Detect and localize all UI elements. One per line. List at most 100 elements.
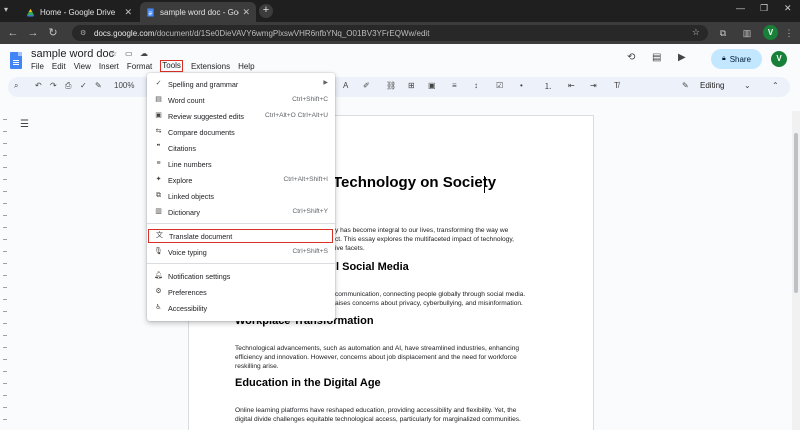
chevron-down-icon[interactable]: ⌄ <box>744 81 751 90</box>
paint-format-icon[interactable]: ✎ <box>95 81 102 90</box>
url-path: /document/d/1Se0DieVAVY6wmgPlxswVHR6nfbY… <box>154 28 430 38</box>
workplace-paragraph: Technological advancements, such as auto… <box>235 344 546 371</box>
print-icon[interactable]: ⎙ <box>65 81 71 91</box>
new-tab-button[interactable]: + <box>259 4 273 18</box>
zoom-select[interactable]: 100% <box>114 81 134 90</box>
link-icon[interactable]: ⛓ <box>386 81 396 90</box>
edit-mode-icon[interactable]: ✎ <box>682 81 689 90</box>
meet-icon[interactable]: ▶ <box>678 52 686 63</box>
menu-item-label: Line numbers <box>168 160 212 169</box>
minimize-icon[interactable]: — <box>736 3 745 13</box>
extensions-icon[interactable]: ⧉ <box>716 26 730 40</box>
menu-item-dictionary[interactable]: ▥ Dictionary Ctrl+Shift+Y <box>147 205 335 219</box>
tab-google-drive[interactable]: Home - Google Drive ✕ <box>20 2 138 22</box>
menu-item-compare-documents[interactable]: ⇆ Compare documents <box>147 125 335 139</box>
menu-item-voice-typing[interactable]: 🎙︎ Voice typing Ctrl+Shift+S <box>147 245 335 259</box>
menu-item-shortcut: Ctrl+Shift+S <box>292 248 328 255</box>
document-outline-icon[interactable]: ☰ <box>20 119 29 130</box>
menu-file[interactable]: File <box>31 62 44 74</box>
bulleted-list-icon[interactable]: • <box>520 81 523 90</box>
maximize-icon[interactable]: ❐ <box>760 3 768 14</box>
menu-insert[interactable]: Insert <box>99 62 119 74</box>
scrollbar-thumb[interactable] <box>794 133 798 293</box>
menu-item-shortcut: Ctrl+Shift+Y <box>292 208 328 215</box>
image-icon[interactable]: ▣ <box>428 81 436 90</box>
menu-item-label: Citations <box>168 144 196 153</box>
decrease-indent-icon[interactable]: ⇤ <box>568 81 575 90</box>
menu-item-label: Spelling and grammar <box>168 80 239 89</box>
star-icon[interactable]: ☆ <box>110 49 117 58</box>
docs-header: sample word doc ☆ ▭ ☁ File Edit View Ins… <box>0 44 800 76</box>
align-icon[interactable]: ≡ <box>452 81 457 90</box>
spellcheck-icon[interactable]: ✓ <box>80 81 87 90</box>
collapse-menu-icon[interactable]: ⌃ <box>772 81 779 90</box>
clear-formatting-icon[interactable]: T̸ <box>614 81 619 90</box>
menu-item-label: Compare documents <box>168 128 235 137</box>
menu-item-accessibility[interactable]: ♿︎ Accessibility <box>147 301 335 315</box>
move-folder-icon[interactable]: ▭ <box>125 49 133 58</box>
menu-view[interactable]: View <box>74 62 91 74</box>
side-panel-icon[interactable]: ▥ <box>740 26 754 40</box>
workplace-line: efficiency and innovation. However, conc… <box>235 354 517 361</box>
line-numbers-icon: ≡ <box>156 160 161 167</box>
share-button[interactable]: 🔒︎ Share <box>711 49 762 69</box>
menu-item-word-count[interactable]: ▤ Word count Ctrl+Shift+C <box>147 93 335 107</box>
menu-tools[interactable]: Tools <box>160 60 183 72</box>
docs-home-icon[interactable] <box>10 52 22 69</box>
lock-icon: 🔒︎ <box>721 55 726 62</box>
menu-item-translate-document[interactable]: 文 Translate document <box>148 229 333 243</box>
menu-item-label: Review suggested edits <box>168 112 244 121</box>
line-spacing-icon[interactable]: ↕ <box>474 81 478 90</box>
highlight-icon[interactable]: ✐ <box>363 81 370 90</box>
forward-icon[interactable]: → <box>26 26 40 40</box>
text-color-icon[interactable]: A <box>343 81 348 90</box>
menu-item-preferences[interactable]: ⚙ Preferences <box>147 285 335 299</box>
undo-icon[interactable]: ↶ <box>35 81 42 90</box>
menu-edit[interactable]: Edit <box>52 62 66 74</box>
menu-item-line-numbers[interactable]: ≡ Line numbers <box>147 157 335 171</box>
menu-item-explore[interactable]: ✦ Explore Ctrl+Alt+Shift+I <box>147 173 335 187</box>
back-icon[interactable]: ← <box>6 26 20 40</box>
explore-icon: ✦ <box>155 176 162 183</box>
checklist-icon[interactable]: ☑ <box>496 81 503 90</box>
chrome-menu-icon[interactable]: ⋮ <box>782 26 796 40</box>
google-drive-icon <box>26 8 35 17</box>
account-avatar[interactable]: V <box>771 51 787 67</box>
numbered-list-icon[interactable]: ⒈ <box>544 81 552 92</box>
browser-toolbar: ← → ↻ ⚙ docs.google.com /document/d/1Se0… <box>0 22 800 44</box>
vertical-scrollbar[interactable] <box>792 111 800 430</box>
menu-item-label: Voice typing <box>168 248 207 257</box>
document-title[interactable]: sample word doc <box>31 48 114 60</box>
menu-item-label: Linked objects <box>168 192 214 201</box>
menu-item-linked-objects[interactable]: ⧉ Linked objects <box>147 189 335 203</box>
history-icon[interactable]: ⟲ <box>627 52 635 63</box>
social-paragraph: communication, connecting people globall… <box>335 290 546 308</box>
redo-icon[interactable]: ↷ <box>50 81 57 90</box>
address-bar[interactable]: ⚙ docs.google.com /document/d/1Se0DieVAV… <box>72 25 708 41</box>
tab-sample-word-doc[interactable]: sample word doc - Google Do ✕ <box>140 2 256 22</box>
menu-item-label: Explore <box>168 176 193 185</box>
menu-item-shortcut: Ctrl+Shift+C <box>292 96 328 103</box>
intro-paragraph: y has become integral to our lives, tran… <box>335 226 546 253</box>
comment-icon[interactable]: ⊞ <box>408 81 415 90</box>
menu-item-citations[interactable]: ❞ Citations <box>147 141 335 155</box>
close-icon[interactable]: ✕ <box>242 7 250 18</box>
tab-search-icon[interactable]: ▾ <box>4 5 14 15</box>
cloud-status-icon[interactable]: ☁ <box>140 49 148 58</box>
close-window-icon[interactable]: ✕ <box>784 3 792 14</box>
menu-item-notification-settings[interactable]: 🔔︎ Notification settings <box>147 269 335 283</box>
site-info-icon[interactable]: ⚙ <box>80 29 88 37</box>
education-line: Online learning platforms have reshaped … <box>235 407 517 414</box>
editing-mode-select[interactable]: Editing <box>700 81 724 90</box>
menu-item-review-edits[interactable]: ▣ Review suggested edits Ctrl+Alt+O Ctrl… <box>147 109 335 123</box>
reload-icon[interactable]: ↻ <box>46 26 60 40</box>
profile-avatar[interactable]: V <box>763 25 778 40</box>
bookmark-star-icon[interactable]: ☆ <box>692 27 700 38</box>
close-icon[interactable]: ✕ <box>124 7 132 18</box>
search-menus-icon[interactable]: ⌕ <box>14 81 18 91</box>
increase-indent-icon[interactable]: ⇥ <box>590 81 597 90</box>
browser-tab-strip: ▾ Home - Google Drive ✕ sample word doc … <box>0 0 800 22</box>
menu-item-spelling-grammar[interactable]: ✓ Spelling and grammar ▶ <box>147 77 335 91</box>
comments-icon[interactable]: ▤ <box>652 52 661 63</box>
menu-divider <box>147 223 335 224</box>
